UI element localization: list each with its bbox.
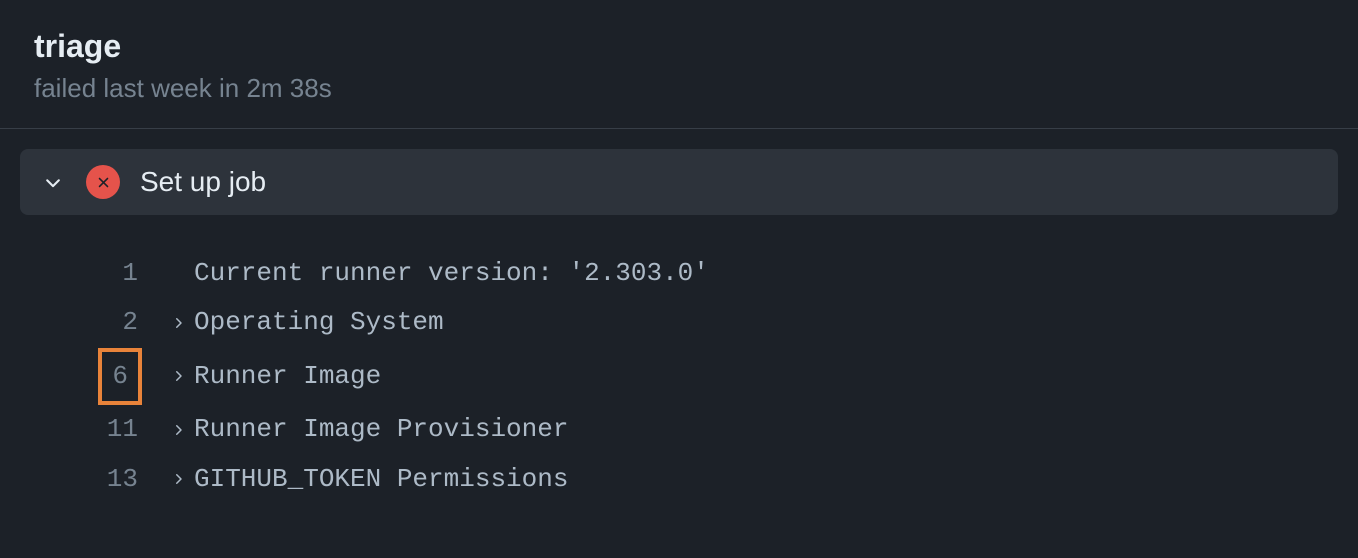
log-line: 1 Current runner version: '2.303.0'	[20, 249, 1338, 298]
line-number[interactable]: 13	[20, 455, 170, 504]
log-text: GITHUB_TOKEN Permissions	[194, 455, 568, 504]
log-line[interactable]: 6 Runner Image	[20, 348, 1338, 405]
log-text: Runner Image	[194, 352, 381, 401]
expand-caret-icon[interactable]	[170, 471, 192, 487]
log-line[interactable]: 11 Runner Image Provisioner	[20, 405, 1338, 454]
log-content: GITHUB_TOKEN Permissions	[170, 455, 568, 504]
step-header[interactable]: Set up job	[20, 149, 1338, 215]
job-header: triage failed last week in 2m 38s	[0, 0, 1358, 129]
log-line[interactable]: 2 Operating System	[20, 298, 1338, 347]
log-text: Runner Image Provisioner	[194, 405, 568, 454]
line-number[interactable]: 6	[20, 348, 170, 405]
log-text: Operating System	[194, 298, 444, 347]
log-content: Operating System	[170, 298, 444, 347]
job-status: failed last week in 2m 38s	[34, 73, 1324, 104]
job-title: triage	[34, 28, 1324, 65]
line-number[interactable]: 1	[20, 249, 170, 298]
line-number[interactable]: 11	[20, 405, 170, 454]
line-number[interactable]: 2	[20, 298, 170, 347]
log-text: Current runner version: '2.303.0'	[194, 249, 709, 298]
fail-icon	[86, 165, 120, 199]
log-output: 1 Current runner version: '2.303.0' 2 Opera…	[20, 215, 1338, 504]
log-content: Runner Image Provisioner	[170, 405, 568, 454]
step-title: Set up job	[140, 166, 266, 198]
expand-caret-icon[interactable]	[170, 368, 192, 384]
expand-caret-icon[interactable]	[170, 315, 192, 331]
chevron-down-icon	[40, 169, 66, 195]
log-content: Runner Image	[170, 352, 381, 401]
log-content: Current runner version: '2.303.0'	[170, 249, 709, 298]
step-container: Set up job 1 Current runner version: '2.3…	[0, 129, 1358, 504]
expand-caret-icon[interactable]	[170, 422, 192, 438]
log-line[interactable]: 13 GITHUB_TOKEN Permissions	[20, 455, 1338, 504]
